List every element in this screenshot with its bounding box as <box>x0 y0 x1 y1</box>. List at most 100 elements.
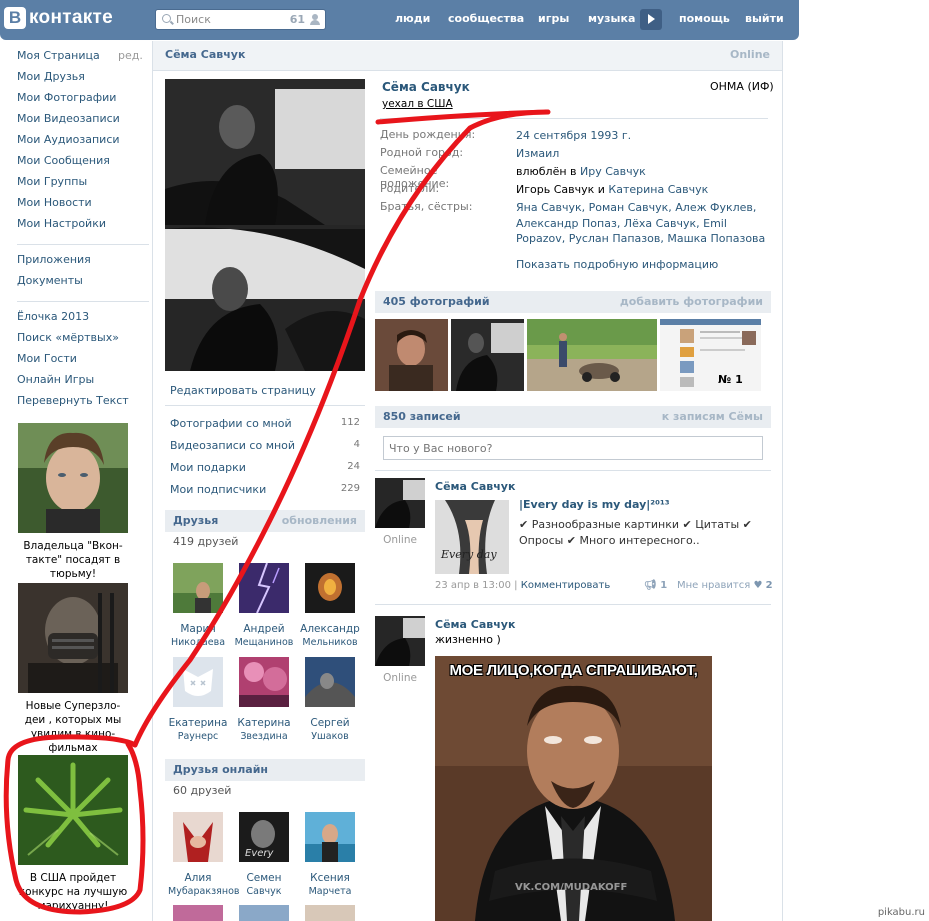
menu-my-page[interactable]: Моя Страница <box>17 49 141 70</box>
friend-item[interactable]: Екатерина Раунерс <box>168 657 228 743</box>
menu-app-tree[interactable]: Ёлочка 2013 <box>17 310 141 331</box>
like-button[interactable]: Мне нравится ♥ 2 <box>677 580 773 591</box>
friend-photo[interactable] <box>305 657 355 707</box>
menu-app-flip-text[interactable]: Перевернуть Текст <box>17 394 141 415</box>
online-status: Online <box>729 48 770 61</box>
friend-item[interactable]: Every Семен Савчук <box>234 812 294 898</box>
post-author[interactable]: Сёма Савчук <box>435 618 515 631</box>
photo-thumb[interactable] <box>660 319 761 391</box>
friend-photo[interactable] <box>239 657 289 707</box>
wall-records-link[interactable]: к записям Сёмы <box>662 410 763 423</box>
wall-post-input[interactable] <box>383 436 763 460</box>
menu-photos[interactable]: Мои Фотографии <box>17 91 141 112</box>
friend-item[interactable]: Алия Мубаракзянов <box>168 812 239 898</box>
photo-thumb[interactable] <box>375 319 448 391</box>
menu-friends[interactable]: Мои Друзья <box>17 70 141 91</box>
photos-header[interactable]: 405 фотографий добавить фотографии <box>375 291 771 313</box>
menu-app-guests[interactable]: Мои Гости <box>17 352 141 373</box>
edit-page-link[interactable]: Редактировать страницу <box>170 384 316 397</box>
counter-subscribers[interactable]: Мои подписчики 229 <box>170 483 360 496</box>
friends-updates-link[interactable]: обновления <box>282 514 357 527</box>
add-photos-link[interactable]: добавить фотографии <box>620 295 763 308</box>
ad-block[interactable]: В США пройдет конкурс на лучшую марихуан… <box>17 755 129 913</box>
counter-gifts[interactable]: Мои подарки 24 <box>170 461 360 474</box>
friend-photo[interactable] <box>305 563 355 613</box>
menu-documents[interactable]: Документы <box>17 274 141 295</box>
counter-label: Мои подписчики <box>170 483 267 496</box>
ad-image[interactable] <box>18 755 128 865</box>
partner-link[interactable]: Иру Савчук <box>580 165 646 178</box>
nav-games[interactable]: игры <box>538 12 569 25</box>
friends-online-count[interactable]: 60 друзей <box>173 784 231 797</box>
menu-audio[interactable]: Мои Аудиозаписи <box>17 133 141 154</box>
wall-header[interactable]: 850 записей к записям Сёмы <box>375 406 771 428</box>
menu-groups[interactable]: Мои Группы <box>17 175 141 196</box>
friend-item[interactable]: Андрей Мещанинов <box>234 562 294 649</box>
menu-messages[interactable]: Мои Сообщения <box>17 154 141 175</box>
vk-logo[interactable]: В контакте <box>4 7 113 29</box>
ad-text[interactable]: Новые Суперзло-деи , которых мы увидим в… <box>25 700 122 754</box>
friend-photo[interactable] <box>239 562 289 614</box>
share-button[interactable]: 📢︎ 1 <box>644 580 667 591</box>
photo-thumb[interactable] <box>451 319 524 391</box>
info-value[interactable]: 24 сентября 1993 г. <box>516 128 766 144</box>
ad-text[interactable]: Владельца "Вкон-такте" посадят в тюрьму! <box>23 540 122 580</box>
info-value[interactable]: Измаил <box>516 146 766 162</box>
friend-photo[interactable]: Every <box>239 812 289 862</box>
menu-app-online-games[interactable]: Онлайн Игры <box>17 373 141 394</box>
friends-header[interactable]: Друзья обновления <box>165 510 365 532</box>
share-count: 1 <box>660 580 668 591</box>
ad-text[interactable]: В США пройдет конкурс на лучшую марихуан… <box>19 872 127 912</box>
friend-photo[interactable] <box>305 905 355 921</box>
counter-videos-with-me[interactable]: Видеозаписи со мной 4 <box>170 439 360 452</box>
friends-count[interactable]: 419 друзей <box>173 535 238 548</box>
post-author-avatar[interactable] <box>375 478 425 528</box>
search-input[interactable] <box>176 12 286 27</box>
menu-settings[interactable]: Мои Настройки <box>17 217 141 238</box>
post-author[interactable]: Сёма Савчук <box>435 480 515 493</box>
profile-status[interactable]: уехал в США <box>382 98 453 110</box>
friend-item[interactable]: Мария Николаева <box>168 563 228 649</box>
meme-watermark: VK.COM/MUDAKOFF <box>515 882 628 893</box>
nav-communities[interactable]: сообщества <box>448 12 524 25</box>
friend-photo[interactable] <box>173 812 223 862</box>
page-header-name[interactable]: Сёма Савчук <box>165 48 245 61</box>
deleted-user-icon[interactable] <box>173 657 223 707</box>
nav-people[interactable]: люди <box>395 12 430 25</box>
friend-item[interactable]: Ксения Марчета <box>300 812 360 898</box>
profile-university[interactable]: ОНМА (ИФ) <box>710 80 774 93</box>
search-box[interactable]: 61 <box>155 9 326 30</box>
menu-news[interactable]: Мои Новости <box>17 196 141 217</box>
show-more-link[interactable]: Показать подробную информацию <box>516 258 718 271</box>
friends-online-header[interactable]: Друзья онлайн <box>165 759 365 781</box>
friend-item[interactable]: Александр Мельников <box>300 563 360 649</box>
ad-image[interactable] <box>18 583 128 693</box>
profile-avatar[interactable] <box>165 79 365 371</box>
friend-item[interactable]: Катерина Звездина <box>234 657 294 743</box>
friend-photo[interactable] <box>305 812 355 862</box>
post-author-avatar[interactable] <box>375 616 425 666</box>
info-value[interactable]: Яна Савчук, Роман Савчук, Алеж Фуклев, А… <box>516 200 766 247</box>
ad-block[interactable]: Новые Суперзло-деи , которых мы увидим в… <box>17 583 129 755</box>
menu-apps[interactable]: Приложения <box>17 253 141 274</box>
nav-music[interactable]: музыка <box>588 12 635 25</box>
ad-image[interactable] <box>18 423 128 533</box>
post-date[interactable]: 23 апр в 13:00 <box>435 580 511 591</box>
repost-image[interactable]: Every day <box>435 500 509 574</box>
nav-logout[interactable]: выйти <box>745 12 784 25</box>
menu-app-dead-search[interactable]: Поиск «мёртвых» <box>17 331 141 352</box>
nav-help[interactable]: помощь <box>679 12 730 25</box>
repost-title[interactable]: |Every day is my day|²⁰¹³ <box>519 498 670 511</box>
parent-link[interactable]: Катерина Савчук <box>608 183 708 196</box>
friend-photo[interactable] <box>173 905 223 921</box>
counter-photos-with-me[interactable]: Фотографии со мной 112 <box>170 417 360 430</box>
menu-videos[interactable]: Мои Видеозаписи <box>17 112 141 133</box>
play-icon[interactable] <box>640 9 662 30</box>
comment-link[interactable]: Комментировать <box>521 580 611 591</box>
photo-thumb[interactable] <box>527 319 657 391</box>
post-image[interactable]: МОЕ ЛИЦО,КОГДА СПРАШИВАЮТ, VK.COM/MUDAKO… <box>435 656 712 921</box>
friend-photo[interactable] <box>239 905 289 921</box>
ad-block[interactable]: Владельца "Вкон-такте" посадят в тюрьму! <box>17 423 129 581</box>
friend-item[interactable]: Сергей Ушаков <box>300 657 360 743</box>
friend-photo[interactable] <box>173 563 223 613</box>
